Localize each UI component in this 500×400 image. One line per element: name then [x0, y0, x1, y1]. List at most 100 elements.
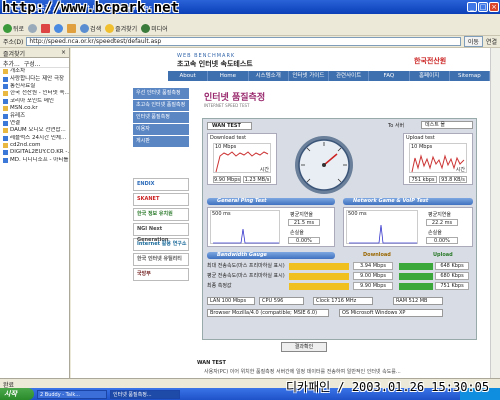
favorites-button[interactable]: 즐겨찾기 [105, 24, 137, 33]
favorite-item[interactable]: DAUM 오디오 천연합... [0, 127, 69, 134]
add-favorite-button[interactable]: 추가... [3, 59, 20, 68]
game-avg-label: 평균지연율 [428, 212, 452, 218]
upload-title: Upload test [406, 135, 435, 141]
taskbar-item[interactable]: 인터넷 품질측정... [110, 389, 180, 399]
go-button[interactable]: 이동 [463, 36, 483, 47]
cpu-info: CPU 596 [259, 297, 304, 305]
site-logo[interactable]: WEB BENCHMARK 초고속 인터넷 속도테스트 [177, 53, 253, 69]
table-row: 최종 측정값 9.90 Mbps 751 Kbps [207, 282, 469, 291]
result-button[interactable]: 결과확인 [281, 342, 327, 352]
minimize-button[interactable]: _ [467, 2, 477, 12]
nav-item[interactable]: 홈페이지 [410, 71, 450, 81]
favorite-item[interactable]: 통신자료실 [0, 83, 69, 90]
nav-item[interactable]: FAQ [369, 71, 410, 81]
upload-value: 751 Kbps [435, 282, 469, 290]
banner-link[interactable]: 한국 인터넷 유틸리티 [133, 253, 189, 266]
page-icon [3, 157, 8, 163]
ram-label: RAM [396, 298, 408, 304]
banner-link[interactable]: NGI Next Generation [133, 223, 189, 243]
game-loss-label: 손실율 [428, 230, 442, 236]
favorite-label: 유레즈 [10, 112, 26, 119]
links-label[interactable]: 연결 [486, 37, 497, 46]
note-title: WAN TEST [197, 360, 226, 366]
menu-bar [0, 14, 500, 22]
side-menu-item[interactable]: 게시판 [133, 136, 189, 147]
upload-box: Upload test 10 Mbps 시간 751 kbps 93.8 KB/… [403, 133, 473, 185]
favorite-item[interactable]: MD. 디디디소프 - 아티를... [0, 157, 69, 164]
game-graph: 500 ms [346, 210, 418, 244]
favorite-label: 한국 전산원 - 인터넷 속... [10, 90, 69, 97]
upload-value: 680 Kbps [435, 272, 469, 280]
table-row: 평균 전송속도(마스 프리마하실 표시) 9.00 Mbps 680 Kbps [207, 272, 469, 281]
download-bar [289, 283, 349, 290]
side-menu-item[interactable]: 인터넷 품질측정 [133, 112, 189, 123]
start-button[interactable]: 시작 [0, 388, 34, 400]
favorite-item[interactable]: 연결 [0, 120, 69, 127]
nav-item[interactable]: 관련사이트 [329, 71, 370, 81]
banner-link[interactable]: Internet 활용 연구소 [133, 238, 189, 251]
home-button[interactable] [67, 24, 77, 33]
home-icon [67, 24, 77, 33]
speed-test-panel: WAN TEST To 서버 데스트 몰 Download test 10 Mb… [202, 118, 477, 340]
nav-item[interactable]: Sitemap [450, 71, 490, 81]
game-loss-value: 0.00% [426, 237, 458, 244]
page-scrollbar[interactable] [490, 48, 500, 378]
ping-loss-value: 0.00% [288, 237, 320, 244]
browser-info: Browser Mozilla/4.0 (compatible; MSIE 6.… [207, 309, 329, 317]
game-avg-value: 22.2 ms [426, 219, 458, 226]
close-icon[interactable]: × [61, 49, 66, 56]
page-icon [3, 98, 8, 104]
favorite-item[interactable]: MSN.co.kr [0, 105, 69, 112]
favorite-item[interactable]: 레플럭스 24시간 민체... [0, 135, 69, 142]
banner-link[interactable]: SKANET [133, 193, 189, 206]
url-input[interactable]: http://speed.nca.or.kr/speedtest/default… [26, 37, 461, 46]
banner-link[interactable]: ENDIX [133, 178, 189, 191]
side-menu-item[interactable]: 우선 인터넷 품질측정 [133, 88, 189, 99]
brand-logo[interactable]: 한국전산원 [414, 56, 446, 66]
favorite-item[interactable]: 한국 전산원 - 인터넷 속... [0, 90, 69, 97]
game-scale: 500 ms [348, 211, 367, 217]
nav-item[interactable]: About [168, 71, 209, 81]
ram-info: RAM 512 MB [393, 297, 443, 305]
nav-item[interactable]: Home [208, 71, 249, 81]
banner-link[interactable]: 국방부 [133, 268, 189, 281]
refresh-button[interactable] [54, 24, 64, 33]
organize-favorites-button[interactable]: 구성... [24, 59, 41, 68]
favorite-label: DIGITAL2EUY.CO.KR -... [10, 149, 69, 156]
upload-column-head: Upload [433, 252, 453, 258]
to-server-select[interactable]: 데스트 몰 [421, 121, 473, 129]
taskbar-item[interactable]: 2 Buddy - Talk... [37, 389, 107, 399]
favorite-item[interactable]: 사랑합니다는 제안 극장 [0, 75, 69, 82]
page-icon [3, 91, 8, 97]
favorite-item[interactable]: 유레즈 [0, 112, 69, 119]
favorite-item[interactable]: 코리아 포인트 메인 [0, 98, 69, 105]
forward-button[interactable] [28, 24, 38, 33]
favorite-item[interactable]: cd2nd.com [0, 142, 69, 149]
banner-link[interactable]: 한국 정보 유치원 [133, 208, 189, 221]
side-menu-item[interactable]: 초고속 인터넷 품질측정 [133, 100, 189, 111]
download-time-label: 시간 [259, 167, 269, 173]
download-title: Download test [210, 135, 247, 141]
media-button[interactable]: 미디어 [141, 24, 168, 33]
favorite-item[interactable]: 개조차 [0, 68, 69, 75]
side-menu-item[interactable]: 이용자 [133, 124, 189, 135]
nav-item[interactable]: 시스템소개 [249, 71, 289, 81]
site-nav: About Home 시스템소개 인터넷 가이드 관련사이트 FAQ 홈페이지 Sitemap [168, 71, 490, 81]
nav-item[interactable]: 인터넷 가이드 [289, 71, 329, 81]
clock-value: 1716 MHz [331, 298, 357, 304]
page-icon [3, 83, 8, 89]
upload-time-label: 시간 [455, 167, 465, 173]
page-icon [3, 135, 8, 141]
stop-button[interactable] [41, 24, 51, 33]
ping-avg-value: 21.5 ms [288, 219, 320, 226]
maximize-button[interactable]: □ [478, 2, 488, 12]
game-box: 500 ms 평균지연율 22.2 ms 손실율 0.00% [343, 207, 473, 247]
page-icon [3, 150, 8, 156]
search-button[interactable]: 검색 [80, 24, 101, 33]
favorites-list: 개조차 사랑합니다는 제안 극장 통신자료실 한국 전산원 - 인터넷 속... 코리아… [0, 68, 69, 164]
back-button[interactable]: 뒤로 [3, 24, 24, 33]
web-page: WEB BENCHMARK 초고속 인터넷 속도테스트 한국전산원 About H… [71, 48, 490, 378]
tab-wan-test[interactable]: WAN TEST [207, 122, 252, 130]
favorite-item[interactable]: DIGITAL2EUY.CO.KR -... [0, 149, 69, 156]
close-button[interactable]: × [489, 2, 499, 12]
